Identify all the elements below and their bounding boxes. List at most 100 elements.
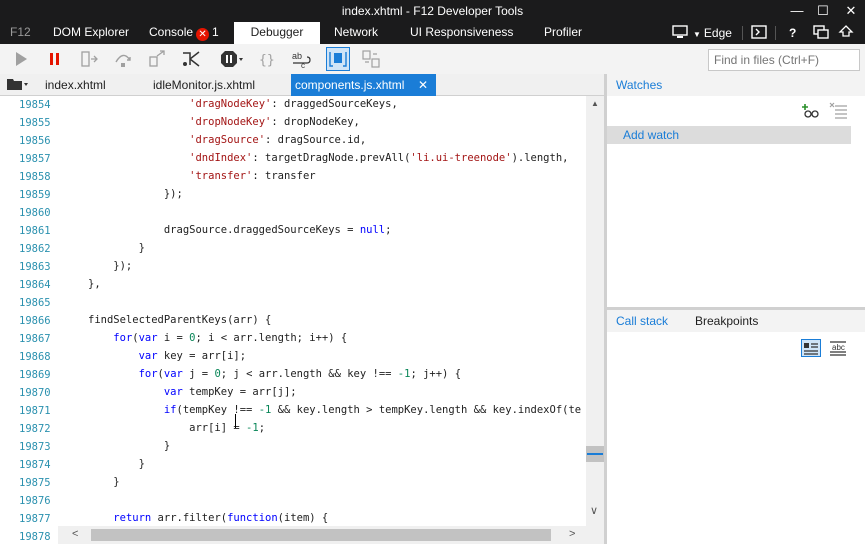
undock-icon[interactable] <box>813 22 829 44</box>
line-number[interactable]: 19864 <box>19 279 51 291</box>
source-maps-icon[interactable] <box>360 48 382 70</box>
line-number[interactable]: 19867 <box>19 333 51 345</box>
tab-console[interactable]: Console ✕ 1 <box>149 22 219 44</box>
code-text: } <box>88 242 145 254</box>
line-number[interactable]: 19858 <box>19 171 51 183</box>
line-number[interactable]: 19854 <box>19 99 51 111</box>
line-number[interactable]: 19859 <box>19 189 51 201</box>
minimize-button[interactable]: — <box>784 0 810 22</box>
scroll-thumb-horizontal[interactable] <box>91 529 551 541</box>
just-my-code-toggle[interactable] <box>326 47 350 71</box>
tool-tabs-bar: F12 DOM Explorer Console ✕ 1 Debugger Netw… <box>0 22 865 44</box>
line-number[interactable]: 19860 <box>19 207 51 219</box>
error-icon: ✕ <box>196 28 210 41</box>
maximize-button[interactable]: ☐ <box>810 0 836 22</box>
line-number[interactable]: 19861 <box>19 225 51 237</box>
svg-text:ab: ab <box>292 51 302 61</box>
code-text: } <box>88 440 171 452</box>
code-line: 19854 'dragNodeKey': draggedSourceKeys, <box>0 96 586 114</box>
emulation-dropdown[interactable]: ▼ Edge <box>672 22 732 44</box>
doc-tab-components-label: components.js.xhtml <box>295 78 405 92</box>
line-number[interactable]: 19874 <box>19 459 51 471</box>
find-in-files-input[interactable] <box>708 49 860 71</box>
continue-icon[interactable] <box>10 48 32 70</box>
break-icon[interactable] <box>44 48 66 70</box>
title-bar: index.xhtml - F12 Developer Tools — ☐ ✕ <box>0 0 865 22</box>
code-line: 19861 dragSource.draggedSourceKeys = nul… <box>0 222 586 240</box>
line-number[interactable]: 19871 <box>19 405 51 417</box>
show-native-code-toggle[interactable] <box>801 339 821 357</box>
code-text: } <box>88 458 145 470</box>
code-text: var tempKey = arr[j]; <box>163 386 297 398</box>
watches-header: Watches <box>607 74 865 96</box>
line-number[interactable]: 19855 <box>19 117 51 129</box>
line-number[interactable]: 19876 <box>19 495 51 507</box>
line-number[interactable]: 19870 <box>19 387 51 399</box>
add-watch-icon[interactable] <box>801 102 821 120</box>
code-line: 19865 <box>0 294 586 312</box>
scroll-right-arrow[interactable]: > <box>569 528 575 540</box>
line-number[interactable]: 19878 <box>19 531 51 543</box>
separator <box>742 26 743 40</box>
code-text: dragSource.draggedSourceKeys = null; <box>88 224 392 236</box>
tab-network[interactable]: Network <box>334 22 378 44</box>
code-text: arr[i] = -1; <box>88 422 266 434</box>
line-number[interactable]: 19856 <box>19 135 51 147</box>
line-number[interactable]: 19868 <box>19 351 51 363</box>
line-number[interactable]: 19863 <box>19 261 51 273</box>
code-line: 19858 'transfer': transfer <box>0 168 586 186</box>
help-button[interactable]: ? <box>789 22 796 44</box>
scroll-up-arrow[interactable]: ▲ <box>591 99 599 108</box>
tab-call-stack[interactable]: Call stack <box>616 314 668 328</box>
add-watch-row[interactable]: Add watch <box>607 126 851 144</box>
code-text: } <box>88 476 120 488</box>
close-tab-icon[interactable]: ✕ <box>418 74 428 96</box>
line-number[interactable]: 19872 <box>19 423 51 435</box>
doc-tab-components[interactable]: components.js.xhtml ✕ <box>291 74 436 96</box>
scroll-down-arrow[interactable]: ∨ <box>590 504 598 517</box>
step-over-icon[interactable] <box>112 48 134 70</box>
step-into-icon[interactable] <box>78 48 100 70</box>
document-tabs: index.xhtml idleMonitor.js.xhtml compone… <box>0 74 604 96</box>
line-number[interactable]: 19866 <box>19 315 51 327</box>
line-number[interactable]: 19869 <box>19 369 51 381</box>
line-number[interactable]: 19857 <box>19 153 51 165</box>
code-text: var key = arr[i]; <box>138 350 247 362</box>
tab-breakpoints[interactable]: Breakpoints <box>695 314 758 328</box>
step-out-icon[interactable] <box>146 48 168 70</box>
code-line: 19872 arr[i] = -1; <box>0 420 586 438</box>
just-my-code-icon <box>329 52 347 67</box>
code-line: 19863 }); <box>0 258 586 276</box>
pretty-print-icon[interactable]: {} <box>256 48 278 70</box>
break-on-new-worker-icon[interactable] <box>180 48 202 70</box>
line-number[interactable]: 19877 <box>19 513 51 525</box>
horizontal-scrollbar[interactable]: < > <box>58 526 586 544</box>
exception-behavior-icon[interactable] <box>218 48 244 70</box>
code-text: }); <box>88 188 183 200</box>
vertical-scrollbar[interactable]: ▲ ∨ <box>586 96 604 544</box>
line-number[interactable]: 19865 <box>19 297 51 309</box>
close-button[interactable]: ✕ <box>838 0 864 22</box>
pin-icon[interactable] <box>838 22 854 44</box>
open-documents-dropdown[interactable] <box>6 74 28 96</box>
line-number[interactable]: 19862 <box>19 243 51 255</box>
doc-tab-index-xhtml[interactable]: index.xhtml <box>45 74 106 96</box>
code-editor[interactable]: 19854 'dragNodeKey': draggedSourceKeys, 1… <box>0 96 604 544</box>
tab-dom-explorer[interactable]: DOM Explorer <box>53 22 129 44</box>
word-wrap-icon[interactable]: abc <box>290 48 312 70</box>
code-line: 19860 <box>0 204 586 222</box>
frame-options-icon[interactable]: abc <box>828 339 848 357</box>
delete-all-watches-icon[interactable] <box>829 102 849 120</box>
code-line: 19873 } <box>0 438 586 456</box>
tab-debugger[interactable]: Debugger <box>234 22 320 44</box>
doc-tab-idle-monitor[interactable]: idleMonitor.js.xhtml <box>153 74 255 96</box>
tab-profiler[interactable]: Profiler <box>544 22 582 44</box>
console-toggle-icon[interactable] <box>751 22 767 44</box>
callstack-panel: Call stack Breakpoints abc <box>607 310 865 544</box>
line-number[interactable]: 19873 <box>19 441 51 453</box>
tab-ui-responsiveness[interactable]: UI Responsiveness <box>410 22 513 44</box>
code-text: if(tempKey !== -1 && key.length > tempKe… <box>163 404 582 416</box>
code-line: 19875 } <box>0 474 586 492</box>
line-number[interactable]: 19875 <box>19 477 51 489</box>
scroll-left-arrow[interactable]: < <box>72 528 78 540</box>
